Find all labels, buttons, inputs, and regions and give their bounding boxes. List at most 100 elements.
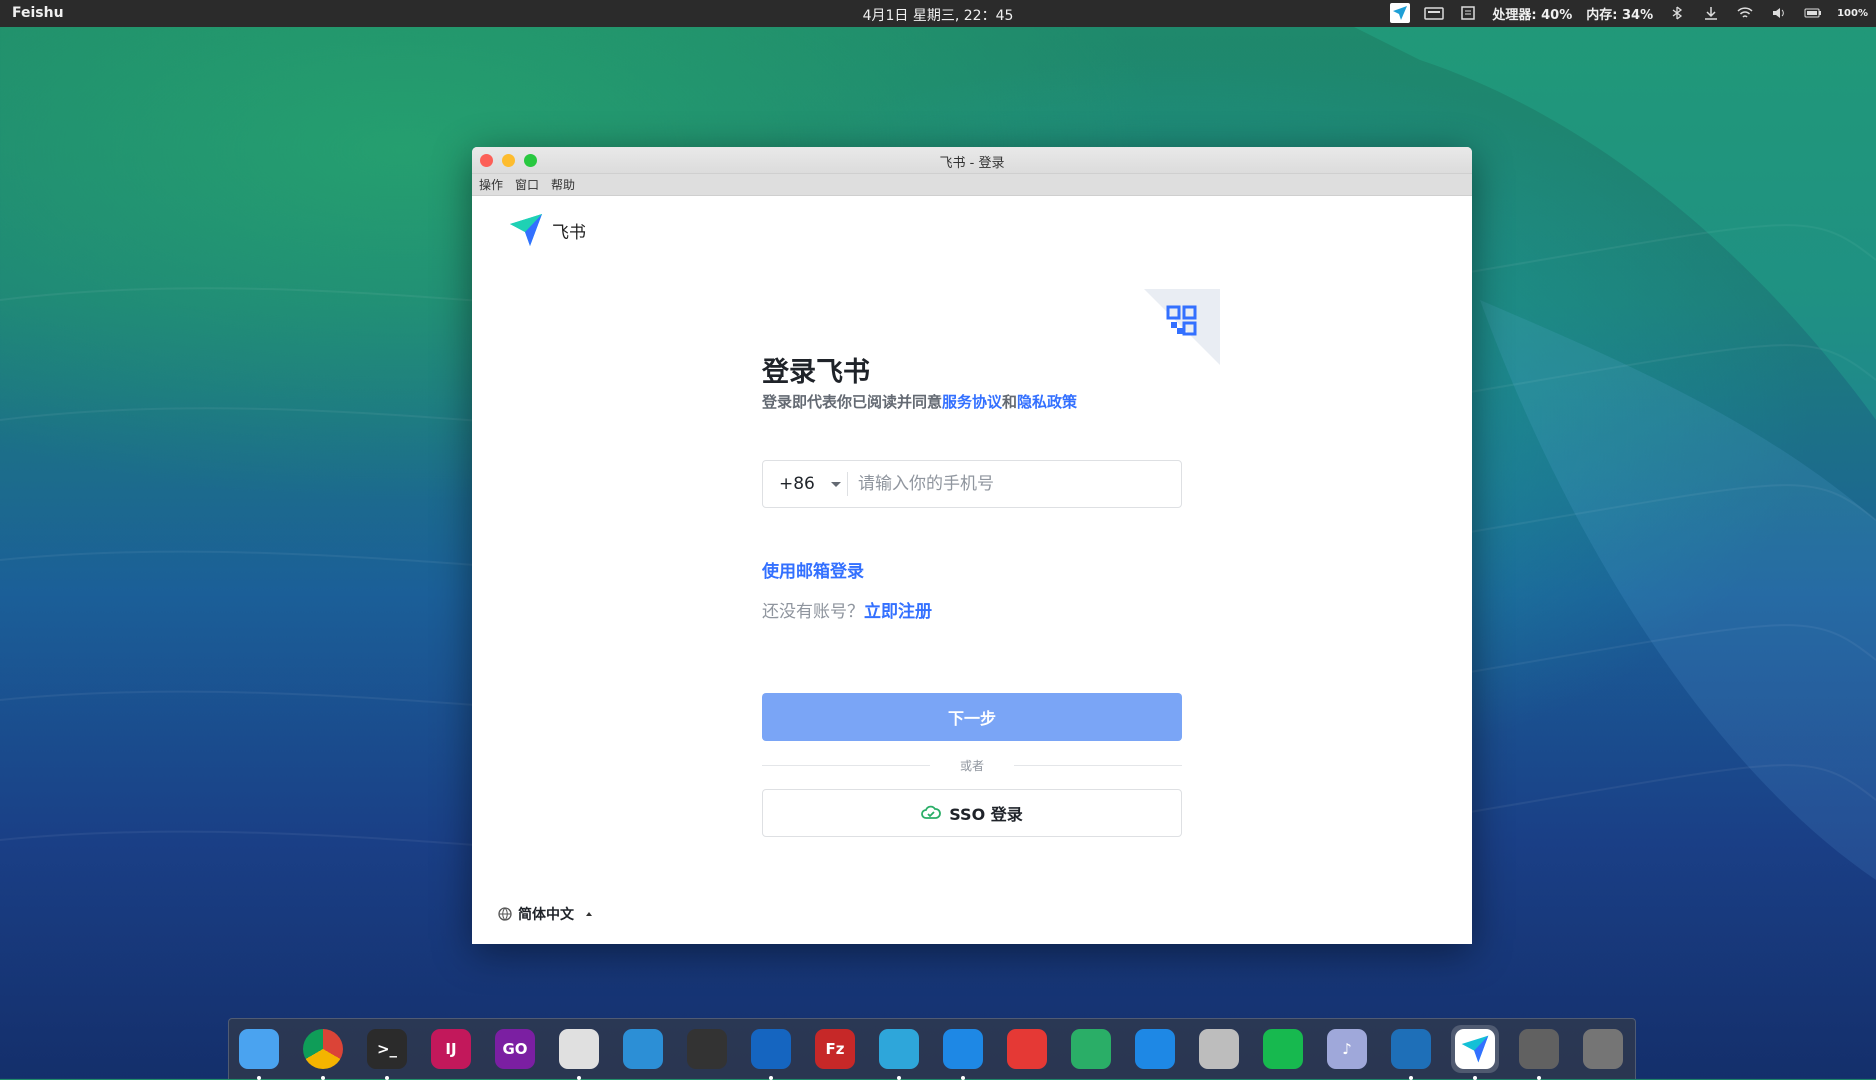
sogou-glyph <box>751 1029 791 1069</box>
login-window: 飞书 - 登录 操作 窗口 帮助 飞书 登录飞书 登录即代表你已阅读并同意服务协… <box>472 147 1472 944</box>
dock-install-tool-icon[interactable] <box>1387 1025 1435 1080</box>
mysql-workbench-glyph <box>623 1029 663 1069</box>
terminal-glyph: >_ <box>367 1029 407 1069</box>
install-tool-glyph <box>1391 1029 1431 1069</box>
goland-glyph: GO <box>495 1029 535 1069</box>
window-title: 飞书 - 登录 <box>939 156 1005 171</box>
globe-icon <box>498 907 512 921</box>
cpu-usage: 处理器: 40% <box>1492 7 1573 23</box>
window-titlebar[interactable]: 飞书 - 登录 <box>472 147 1472 174</box>
settings-glyph <box>1519 1029 1559 1069</box>
privacy-link[interactable]: 隐私政策 <box>1017 393 1077 411</box>
dock-disk-tool-icon[interactable] <box>1195 1025 1243 1073</box>
country-code-select[interactable]: +86 <box>763 474 847 494</box>
dock-chrome-icon[interactable] <box>299 1025 347 1080</box>
country-code-value: +86 <box>779 474 815 494</box>
register-prompt: 还没有账号？立即注册 <box>762 597 932 622</box>
netease-music-glyph <box>1007 1029 1047 1069</box>
bluetooth-icon[interactable] <box>1667 3 1687 23</box>
email-login-link[interactable]: 使用邮箱登录 <box>762 557 864 582</box>
wechat-glyph <box>1071 1029 1111 1069</box>
menu-item-actions[interactable]: 操作 <box>479 176 503 193</box>
or-divider: 或者 <box>762 757 1182 773</box>
running-indicator <box>769 1076 773 1080</box>
volume-icon[interactable] <box>1769 3 1789 23</box>
system-top-bar: Feishu 4月1日 星期三, 22：45 处理器: 40% 内存: 34% … <box>0 0 1876 27</box>
phone-number-input[interactable] <box>848 464 1181 504</box>
running-indicator <box>577 1076 581 1080</box>
vscode-glyph <box>559 1029 599 1069</box>
running-indicator <box>321 1076 325 1080</box>
battery-icon[interactable] <box>1803 3 1823 23</box>
chrome-glyph <box>303 1029 343 1069</box>
dock-netease-music-icon[interactable] <box>1003 1025 1051 1073</box>
dingtalk-glyph <box>1135 1029 1175 1069</box>
running-indicator <box>897 1076 901 1080</box>
feishu-glyph <box>1455 1029 1495 1069</box>
dock-mini-program-icon[interactable] <box>1259 1025 1307 1073</box>
dock-mysql-workbench-icon[interactable] <box>619 1025 667 1073</box>
dock-launcher-icon[interactable] <box>1579 1025 1627 1073</box>
clipboard-icon[interactable] <box>1458 3 1478 23</box>
dock-intellij-icon[interactable]: IJ <box>427 1025 475 1073</box>
dock-finder-icon[interactable] <box>235 1025 283 1080</box>
running-indicator <box>1537 1076 1541 1080</box>
dock-settings-icon[interactable] <box>1515 1025 1563 1080</box>
feishu-tray-icon[interactable] <box>1390 3 1411 23</box>
brand-name: 飞书 <box>552 222 586 243</box>
running-indicator <box>961 1076 965 1080</box>
dock-db-tool-icon[interactable] <box>683 1025 731 1073</box>
intellij-glyph: IJ <box>431 1029 471 1069</box>
dock-music-icon[interactable]: ♪ <box>1323 1025 1371 1073</box>
running-indicator <box>257 1076 261 1080</box>
dock-terminal-icon[interactable]: >_ <box>363 1025 411 1080</box>
running-indicator <box>1409 1076 1413 1080</box>
db-tool-glyph <box>687 1029 727 1069</box>
or-text: 或者 <box>959 759 984 773</box>
register-link[interactable]: 立即注册 <box>864 602 932 622</box>
filezilla-glyph: Fz <box>815 1029 855 1069</box>
brand-logo: 飞书 <box>508 212 586 248</box>
dock-dingtalk-icon[interactable] <box>1131 1025 1179 1073</box>
phone-input-group: +86 <box>762 460 1182 508</box>
finder-glyph <box>239 1029 279 1069</box>
agreement-prefix: 登录即代表你已阅读并同意 <box>762 393 943 411</box>
page-title: 登录飞书 <box>762 357 870 388</box>
language-label: 简体中文 <box>518 907 574 923</box>
running-indicator <box>1473 1076 1477 1080</box>
next-button[interactable]: 下一步 <box>762 693 1182 741</box>
terms-link[interactable]: 服务协议 <box>942 393 1002 411</box>
menu-item-help[interactable]: 帮助 <box>551 176 575 193</box>
download-icon[interactable] <box>1701 3 1721 23</box>
dock-lark-mail-icon[interactable] <box>939 1025 987 1080</box>
dock-feishu-icon[interactable] <box>1451 1025 1499 1080</box>
system-tray: 处理器: 40% 内存: 34% 100% <box>1390 3 1868 23</box>
dock-vscode-icon[interactable] <box>555 1025 603 1080</box>
mini-program-glyph <box>1263 1029 1303 1069</box>
chevron-down-icon <box>830 481 841 487</box>
feishu-logo-icon <box>510 214 542 246</box>
qr-login-toggle-icon[interactable] <box>1144 289 1220 365</box>
music-glyph: ♪ <box>1327 1029 1367 1069</box>
dock-telegram-icon[interactable] <box>875 1025 923 1080</box>
window-menubar: 操作 窗口 帮助 <box>472 174 1472 196</box>
launcher-glyph <box>1583 1029 1623 1069</box>
running-indicator <box>385 1076 389 1080</box>
agreement-and: 和 <box>1002 393 1018 411</box>
dock: >_ IJ GO Fz ♪ <box>228 1018 1636 1080</box>
disk-tool-glyph <box>1199 1029 1239 1069</box>
dock-sogou-icon[interactable] <box>747 1025 795 1080</box>
language-switcher[interactable]: 简体中文 <box>498 904 592 924</box>
sso-label: SSO 登录 <box>949 805 1023 824</box>
telegram-glyph <box>879 1029 919 1069</box>
memory-usage: 内存: 34% <box>1586 7 1654 23</box>
menu-item-window[interactable]: 窗口 <box>515 176 539 193</box>
no-account-text: 还没有账号？ <box>762 602 864 622</box>
battery-percent: 100% <box>1837 7 1868 19</box>
keyboard-icon[interactable] <box>1424 3 1445 23</box>
wifi-icon[interactable] <box>1735 3 1755 23</box>
dock-wechat-icon[interactable] <box>1067 1025 1115 1073</box>
dock-filezilla-icon[interactable]: Fz <box>811 1025 859 1073</box>
dock-goland-icon[interactable]: GO <box>491 1025 539 1073</box>
sso-login-button[interactable]: SSO 登录 <box>762 789 1182 837</box>
